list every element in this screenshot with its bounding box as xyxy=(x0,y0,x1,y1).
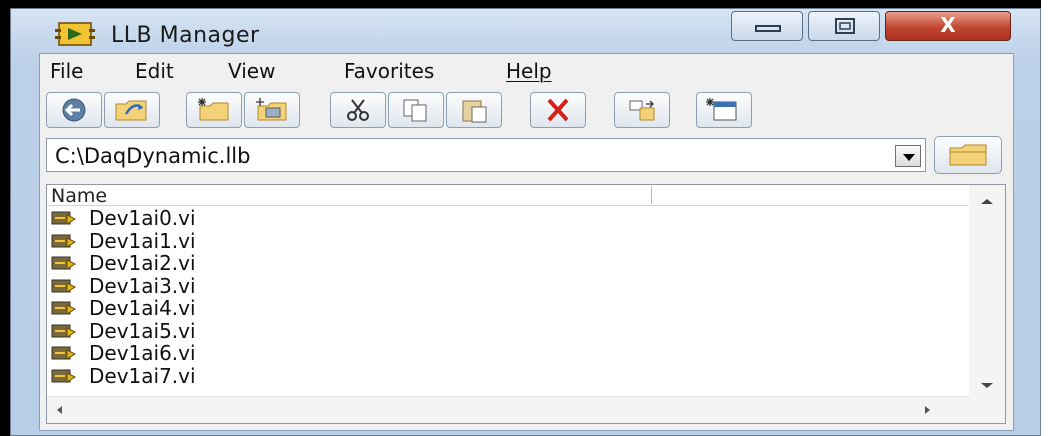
convert-icon xyxy=(629,100,655,121)
vi-file-icon xyxy=(51,301,77,316)
file-name: Dev1ai1.vi xyxy=(89,228,196,253)
up-folder-icon xyxy=(115,100,147,121)
list-item[interactable]: Dev1ai5.vi xyxy=(51,320,196,343)
scroll-left-icon[interactable] xyxy=(57,406,62,414)
scroll-up-icon[interactable] xyxy=(981,199,993,204)
column-header-name[interactable]: Name xyxy=(51,185,107,207)
close-button[interactable]: X xyxy=(885,11,1011,41)
delete-button[interactable] xyxy=(530,92,586,128)
title-bar[interactable]: LLB Manager X xyxy=(11,9,1040,55)
list-item[interactable]: Dev1ai1.vi xyxy=(51,230,196,253)
menu-file[interactable]: File xyxy=(50,59,83,83)
llb-manager-window: LLB Manager X File Edit View Favorites H… xyxy=(10,8,1041,436)
path-row: C:\DaqDynamic.llb xyxy=(46,136,1006,176)
list-item[interactable]: Dev1ai3.vi xyxy=(51,275,196,298)
screen-edge-left xyxy=(0,0,10,436)
menu-edit[interactable]: Edit xyxy=(135,59,174,83)
vi-file-icon xyxy=(51,279,77,293)
properties-button[interactable] xyxy=(696,92,752,128)
list-item[interactable]: Dev1ai4.vi xyxy=(51,297,196,320)
file-name: Dev1ai4.vi xyxy=(89,296,196,321)
menu-bar: File Edit View Favorites Help xyxy=(40,54,1013,84)
vi-file-icon xyxy=(51,256,77,271)
delete-icon xyxy=(547,98,569,122)
paste-button[interactable] xyxy=(446,92,502,128)
path-input[interactable]: C:\DaqDynamic.llb xyxy=(55,144,250,168)
file-list[interactable]: Name Dev1ai0.vi Dev1ai1.vi Dev1ai2.vi De… xyxy=(46,184,1006,424)
vi-file-icon xyxy=(51,369,77,383)
menu-favorites[interactable]: Favorites xyxy=(344,59,434,83)
horizontal-scrollbar[interactable] xyxy=(47,396,969,423)
cut-button[interactable] xyxy=(330,92,386,128)
path-combobox[interactable]: C:\DaqDynamic.llb xyxy=(46,138,926,172)
list-item[interactable]: Dev1ai6.vi xyxy=(51,342,196,365)
back-icon xyxy=(62,98,86,122)
file-name: Dev1ai6.vi xyxy=(89,341,196,366)
toolbar xyxy=(40,90,1013,134)
chevron-down-icon xyxy=(903,154,915,161)
browse-folder-button[interactable] xyxy=(934,136,1002,174)
back-button[interactable] xyxy=(46,92,102,128)
new-library-icon xyxy=(256,98,287,121)
copy-icon xyxy=(403,99,427,122)
vi-file-icon xyxy=(51,346,77,361)
scroll-down-icon[interactable] xyxy=(981,383,993,388)
new-folder-button[interactable] xyxy=(186,92,242,128)
file-name: Dev1ai3.vi xyxy=(89,273,196,298)
file-name: Dev1ai0.vi xyxy=(89,206,196,231)
convert-button[interactable] xyxy=(614,92,670,128)
file-rows: Dev1ai0.vi Dev1ai1.vi Dev1ai2.vi Dev1ai3… xyxy=(51,207,196,387)
new-folder-icon xyxy=(198,98,229,121)
list-item[interactable]: Dev1ai0.vi xyxy=(51,207,196,230)
column-divider[interactable] xyxy=(651,186,652,204)
cut-icon xyxy=(347,99,369,121)
maximize-button[interactable] xyxy=(808,11,880,41)
list-item[interactable]: Dev1ai7.vi xyxy=(51,365,196,388)
vertical-scrollbar[interactable] xyxy=(969,185,1005,423)
vi-file-icon xyxy=(51,324,77,338)
labview-app-icon xyxy=(55,22,95,46)
close-icon: X xyxy=(940,13,956,37)
folder-icon xyxy=(949,144,987,166)
path-dropdown-button[interactable] xyxy=(895,145,921,167)
window-title: LLB Manager xyxy=(111,23,260,48)
scroll-right-icon[interactable] xyxy=(925,406,930,414)
file-name: Dev1ai2.vi xyxy=(89,251,196,276)
screen-edge-right xyxy=(1041,0,1055,436)
menu-help[interactable]: Help xyxy=(506,59,552,83)
properties-icon xyxy=(706,98,737,121)
minimize-icon xyxy=(755,25,781,32)
file-name: Dev1ai5.vi xyxy=(89,318,196,343)
screen-edge-top xyxy=(0,0,1055,8)
new-library-button[interactable] xyxy=(244,92,300,128)
minimize-button[interactable] xyxy=(731,11,803,41)
menu-view[interactable]: View xyxy=(228,59,275,83)
paste-icon xyxy=(462,100,487,123)
list-header: Name xyxy=(47,185,969,207)
list-item[interactable]: Dev1ai2.vi xyxy=(51,252,196,275)
client-area: File Edit View Favorites Help C:\DaqDyna… xyxy=(39,53,1014,431)
vi-file-icon xyxy=(51,211,77,226)
vi-file-icon xyxy=(51,234,77,248)
up-folder-button[interactable] xyxy=(104,92,160,128)
copy-button[interactable] xyxy=(388,92,444,128)
file-name: Dev1ai7.vi xyxy=(89,363,196,388)
maximize-icon xyxy=(835,18,855,34)
